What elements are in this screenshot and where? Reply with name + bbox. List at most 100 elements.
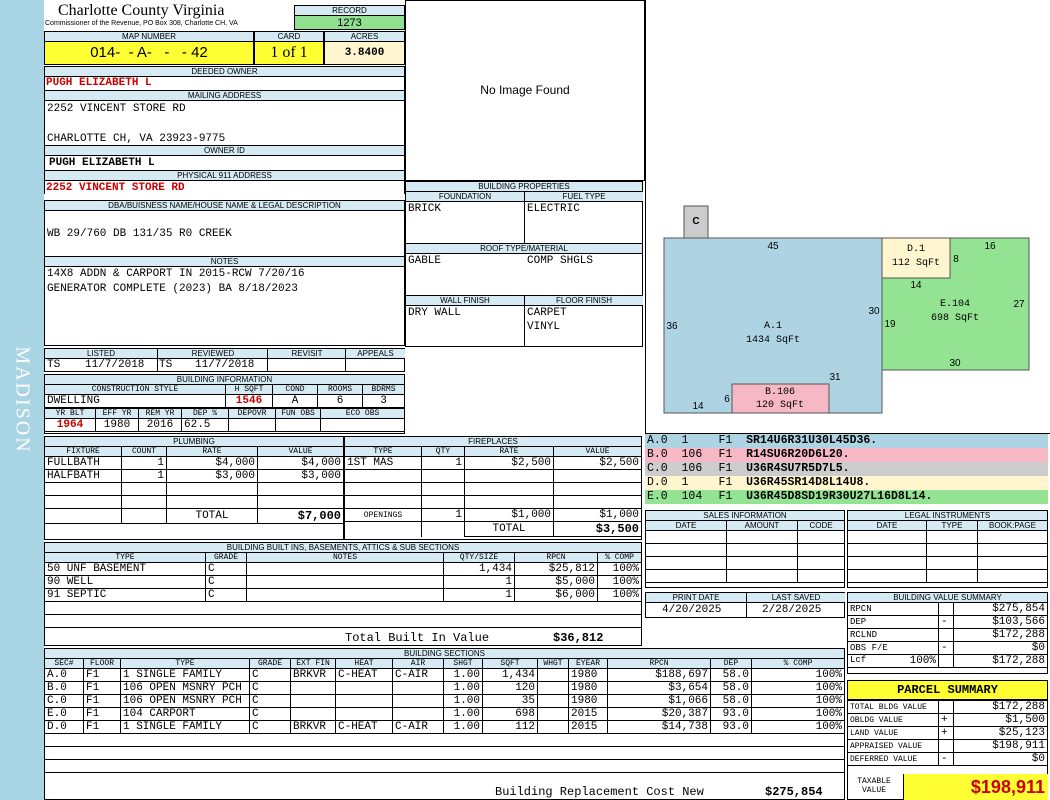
sections-col-sec: SEC# — [44, 658, 84, 669]
floor-label: FLOOR FINISH — [524, 295, 643, 306]
builtin-type: 90 WELL — [44, 575, 206, 589]
style-value: DWELLING — [44, 394, 226, 408]
table-row: DEFERRED VALUE - $0 — [847, 752, 1048, 766]
builtin-qty: 1 — [443, 588, 515, 602]
fuel-label: FUEL TYPE — [524, 192, 643, 202]
table-row: 50 UNF BASEMENT C 1,434 $25,812 100% — [44, 562, 642, 576]
builtins-total-label: Total Built In Value — [345, 631, 490, 645]
remyr-value: 2016 — [138, 418, 182, 432]
funobs-label: FUN OBS — [275, 408, 321, 419]
builtin-notes — [246, 588, 444, 602]
sketch-area: C A.1 1434 SqFt B.106 120 SqFt D.1 112 S… — [645, 0, 1050, 434]
fireplace-value: $2,500 — [553, 456, 642, 470]
sections-col-sqft: SQFT — [482, 658, 538, 669]
plumbing-fixture: HALFBATH — [44, 469, 122, 483]
wall-value: DRY WALL — [408, 307, 461, 319]
owner-gap — [44, 194, 405, 200]
table-row: 91 SEPTIC C 1 $6,000 100% — [44, 588, 642, 602]
taxable-value-label: TAXABLE VALUE — [857, 777, 891, 795]
bdrms-value: 3 — [362, 394, 405, 408]
legal-col-bookpage: BOOK:PAGE — [977, 520, 1048, 531]
sections-col-heat: HEAT — [335, 658, 393, 669]
owner-frame — [44, 66, 405, 346]
plumbing-rate: $4,000 — [166, 456, 258, 470]
section-d-label: D.1 — [907, 244, 925, 255]
sales-information: SALES INFORMATION DATE AMOUNT CODE — [645, 510, 845, 588]
fireplace-col-type: TYPE — [344, 446, 422, 457]
dim-label: 8 — [953, 254, 959, 265]
sections-col-whgt: WHGT — [537, 658, 569, 669]
table-row: OBS F/E - $0 — [847, 641, 1048, 655]
remyr-label: REM YR — [138, 408, 182, 419]
roof-material: COMP SHGLS — [527, 255, 594, 267]
commissioner-address: Commissioner of the Revenue, PO Box 308,… — [45, 20, 238, 27]
builtins-table: BUILDING BUILT INS, BASEMENTS, ATTICS & … — [44, 542, 642, 646]
dim-label: 19 — [884, 319, 896, 330]
openings-rate: $1,000 — [464, 508, 554, 522]
builtins-col-notes: NOTES — [246, 552, 444, 563]
fireplace-col-rate: RATE — [464, 446, 554, 457]
dim-label: 36 — [666, 321, 678, 332]
building-sections-table: BUILDING SECTIONS SEC# FLOOR TYPE GRADE … — [44, 648, 845, 800]
plumbing-col-value: VALUE — [257, 446, 344, 457]
building-properties-title: BUILDING PROPERTIES — [406, 182, 642, 192]
reviewed-date: 11/7/2018 — [195, 359, 255, 371]
section-b-label: B.106 — [765, 387, 795, 398]
plumbing-col-rate: RATE — [166, 446, 258, 457]
builtin-notes — [246, 575, 444, 589]
building-properties: BUILDING PROPERTIES FOUNDATION FUEL TYPE… — [405, 181, 643, 347]
builtins-col-comp: % COMP — [597, 552, 642, 563]
table-row: LAND VALUE + $25,123 — [847, 726, 1048, 740]
builtin-comp: 100% — [597, 575, 642, 589]
district-name: MADISON — [11, 346, 34, 454]
builtins-col-qty: QTY/SIZE — [443, 552, 515, 563]
dim-label: 31 — [829, 372, 841, 383]
table-row: TOTAL BLDG VALUE $172,288 — [847, 700, 1048, 714]
dim-label: 16 — [984, 241, 996, 252]
section-b-sqft: 120 SqFt — [756, 400, 804, 411]
table-row: A.0 F1 1 SINGLE FAMILY C BRKVR C-HEAT C-AIR 1.0… — [44, 668, 845, 682]
plumbing-total-label: TOTAL — [166, 508, 258, 524]
sections-col-grade: GRADE — [249, 658, 291, 669]
section-e-label: E.104 — [940, 299, 970, 310]
acres-value: 3.8400 — [324, 41, 405, 65]
section-c-label: C — [692, 216, 699, 227]
effyr-value: 1980 — [95, 418, 139, 432]
date-block: PRINT DATE LAST SAVED 4/20/2025 2/28/202… — [645, 592, 845, 618]
openings-label: OPENINGS — [344, 508, 422, 522]
table-row: RCLND $172,288 — [847, 628, 1048, 642]
sections-col-dep: DEP — [710, 658, 752, 669]
builtin-rpcn: $6,000 — [514, 588, 598, 602]
foundation-label: FOUNDATION — [406, 192, 524, 202]
table-row: HALFBATH 1 $3,000 $3,000 — [44, 469, 344, 483]
table-row: E.0 F1 104 CARPORT C 1.00 698 2015 $20,387 93.0 1… — [44, 707, 845, 721]
building-info: BUILDING INFORMATION CONSTRUCTION STYLE … — [44, 374, 405, 434]
style-label: CONSTRUCTION STYLE — [44, 384, 226, 395]
section-a-label: A.1 — [764, 321, 782, 332]
builtin-qty: 1,434 — [443, 562, 515, 576]
builtins-col-rpcn: RPCN — [514, 552, 598, 563]
dim-label: 14 — [692, 401, 704, 412]
table-row: RPCN $275,854 — [847, 602, 1048, 616]
sales-col-amount: AMOUNT — [726, 520, 798, 531]
table-row: C.0 F1 106 OPEN MSNRY PCH C 1.00 35 1980 $1,066… — [44, 694, 845, 708]
reviewed-label: REVIEWED — [157, 349, 268, 359]
no-image-text: No Image Found — [480, 83, 570, 97]
wall-label: WALL FINISH — [406, 295, 524, 306]
hsqft-value: 1546 — [225, 394, 273, 408]
cond-value: A — [272, 394, 318, 408]
legal-col-date: DATE — [847, 520, 927, 531]
fireplace-type: 1ST MAS — [344, 456, 422, 470]
sketch-code-row: B.0 106 F1 R14SU6R20D6L20. — [645, 448, 1048, 462]
building-value-summary: BUILDING VALUE SUMMARY RPCN $275,854 DEP -… — [847, 592, 1048, 674]
rooms-value: 6 — [317, 394, 363, 408]
rooms-label: ROOMS — [317, 384, 363, 395]
listed-label: LISTED — [45, 349, 157, 359]
sales-col-date: DATE — [645, 520, 727, 531]
fireplace-rate: $2,500 — [464, 456, 554, 470]
builtin-grade: C — [205, 562, 247, 576]
dim-label: 6 — [724, 394, 730, 405]
table-row: 1ST MAS 1 $2,500 $2,500 — [344, 456, 642, 470]
table-row: B.0 F1 106 OPEN MSNRY PCH C 1.00 120 1980 $3,65… — [44, 681, 845, 695]
sections-col-floor: FLOOR — [83, 658, 121, 669]
